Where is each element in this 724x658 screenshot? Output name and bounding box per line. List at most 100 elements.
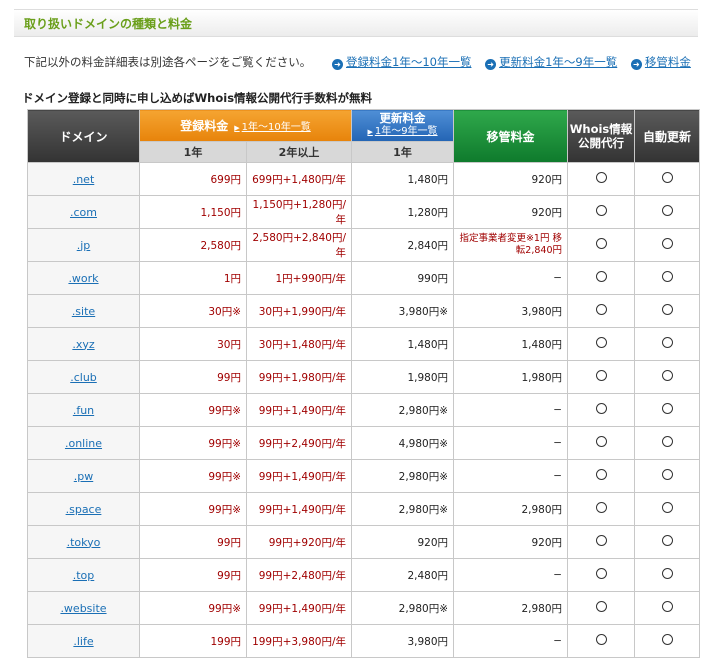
arrow-circle-icon: ➜	[485, 59, 497, 70]
renew-cell: 2,480円	[351, 558, 454, 592]
table-row: .life 199円 199円+3,980円/年 3,980円 −	[27, 624, 700, 658]
circle-mark-icon	[595, 172, 607, 183]
domain-link[interactable]: .com	[70, 206, 97, 219]
header-whois: Whois情報公開代行	[567, 109, 635, 163]
transfer-cell: 1,480円	[453, 327, 568, 361]
renew-cell: 1,480円	[351, 162, 454, 196]
auto-renew-cell	[634, 195, 700, 229]
domain-link[interactable]: .fun	[73, 404, 94, 417]
header-renew-year1: 1年	[351, 140, 454, 164]
reg-2yr-cell: 699円+1,480円/年	[246, 162, 352, 196]
transfer-cell: −	[453, 624, 568, 658]
domain-cell: .com	[27, 195, 140, 229]
reg-1yr-cell: 30円※	[139, 294, 247, 328]
transfer-cell: 1,980円	[453, 360, 568, 394]
table-row: .site 30円※ 30円+1,990円/年 3,980円※ 3,980円	[27, 294, 700, 328]
circle-mark-icon	[661, 271, 673, 282]
circle-mark-icon	[661, 403, 673, 414]
section-title-bar: 取り扱いドメインの種類と料金	[14, 9, 698, 37]
transfer-cell: −	[453, 261, 568, 295]
renewal-price-link[interactable]: ➜ 更新料金1年〜9年一覧	[485, 55, 617, 70]
table-row: .pw 99円※ 99円+1,490円/年 2,980円※ −	[27, 459, 700, 493]
renew-cell: 1,280円	[351, 195, 454, 229]
arrow-circle-icon: ➜	[630, 59, 642, 70]
transfer-cell: 2,980円	[453, 492, 568, 526]
transfer-price-link[interactable]: ➜ 移管料金	[630, 55, 691, 70]
table-row: .jp 2,580円 2,580円+2,840円/年 2,840円 指定事業者変更※1円…	[27, 228, 700, 262]
reg-1yr-cell: 99円※	[139, 591, 247, 625]
auto-renew-cell	[634, 162, 700, 196]
table-row: .net 699円 699円+1,480円/年 1,480円 920円	[27, 162, 700, 196]
domain-link[interactable]: .work	[68, 272, 98, 285]
whois-cell	[567, 492, 635, 526]
domain-link[interactable]: .site	[72, 305, 95, 318]
auto-renew-cell	[634, 558, 700, 592]
table-row: .com 1,150円 1,150円+1,280円/年 1,280円 920円	[27, 195, 700, 229]
reg-2yr-cell: 99円+1,490円/年	[246, 459, 352, 493]
triangle-right-icon: ▶	[367, 127, 373, 136]
section-title: 取り扱いドメインの種類と料金	[24, 17, 193, 31]
info-text: 下記以外の料金詳細表は別途各ページをご覧ください。	[24, 55, 312, 69]
domain-cell: .net	[27, 162, 140, 196]
circle-mark-icon	[661, 172, 673, 183]
auto-renew-cell	[634, 393, 700, 427]
whois-cell	[567, 162, 635, 196]
table-row: .fun 99円※ 99円+1,490円/年 2,980円※ −	[27, 393, 700, 427]
registration-list-link[interactable]: ▶ 1年〜10年一覧	[234, 122, 310, 133]
domain-link[interactable]: .life	[73, 635, 93, 648]
domain-link[interactable]: .website	[60, 602, 106, 615]
transfer-cell: 3,980円	[453, 294, 568, 328]
domain-link[interactable]: .jp	[77, 239, 91, 252]
table-row: .website 99円※ 99円+1,490円/年 2,980円※ 2,980円	[27, 591, 700, 625]
circle-mark-icon	[595, 502, 607, 513]
domain-link[interactable]: .club	[70, 371, 97, 384]
domain-link[interactable]: .top	[73, 569, 95, 582]
domain-cell: .club	[27, 360, 140, 394]
table-row: .space 99円※ 99円+1,490円/年 2,980円※ 2,980円	[27, 492, 700, 526]
domain-link[interactable]: .pw	[74, 470, 93, 483]
auto-renew-cell	[634, 327, 700, 361]
renew-cell: 990円	[351, 261, 454, 295]
auto-renew-cell	[634, 492, 700, 526]
domain-link[interactable]: .net	[73, 173, 95, 186]
renew-cell: 2,980円※	[351, 393, 454, 427]
renew-cell: 1,980円	[351, 360, 454, 394]
domain-link[interactable]: .space	[66, 503, 102, 516]
reg-1yr-cell: 99円※	[139, 393, 247, 427]
triangle-right-icon: ▶	[234, 123, 240, 132]
renew-cell: 2,840円	[351, 228, 454, 262]
circle-mark-icon	[595, 370, 607, 381]
auto-renew-cell	[634, 294, 700, 328]
circle-mark-icon	[661, 634, 673, 645]
whois-cell	[567, 393, 635, 427]
auto-renew-cell	[634, 525, 700, 559]
circle-mark-icon	[595, 205, 607, 216]
auto-renew-cell	[634, 624, 700, 658]
auto-renew-cell	[634, 360, 700, 394]
reg-2yr-cell: 99円+1,490円/年	[246, 492, 352, 526]
domain-cell: .tokyo	[27, 525, 140, 559]
whois-cell	[567, 591, 635, 625]
circle-mark-icon	[661, 502, 673, 513]
circle-mark-icon	[595, 337, 607, 348]
domain-link[interactable]: .tokyo	[67, 536, 101, 549]
circle-mark-icon	[595, 469, 607, 480]
transfer-cell: −	[453, 459, 568, 493]
domain-link[interactable]: .xyz	[72, 338, 94, 351]
domain-cell: .site	[27, 294, 140, 328]
domain-link[interactable]: .online	[65, 437, 102, 450]
reg-1yr-cell: 30円	[139, 327, 247, 361]
transfer-cell: 920円	[453, 162, 568, 196]
reg-2yr-cell: 99円+920円/年	[246, 525, 352, 559]
table-row: .online 99円※ 99円+2,490円/年 4,980円※ −	[27, 426, 700, 460]
renewal-list-link[interactable]: ▶ 1年〜9年一覧	[352, 125, 453, 139]
reg-1yr-cell: 99円	[139, 360, 247, 394]
registration-price-link[interactable]: ➜ 登録料金1年〜10年一覧	[332, 55, 471, 70]
reg-2yr-cell: 2,580円+2,840円/年	[246, 228, 352, 262]
reg-2yr-cell: 30円+1,990円/年	[246, 294, 352, 328]
renew-cell: 920円	[351, 525, 454, 559]
renew-cell: 1,480円	[351, 327, 454, 361]
whois-cell	[567, 558, 635, 592]
circle-mark-icon	[661, 535, 673, 546]
circle-mark-icon	[595, 601, 607, 612]
